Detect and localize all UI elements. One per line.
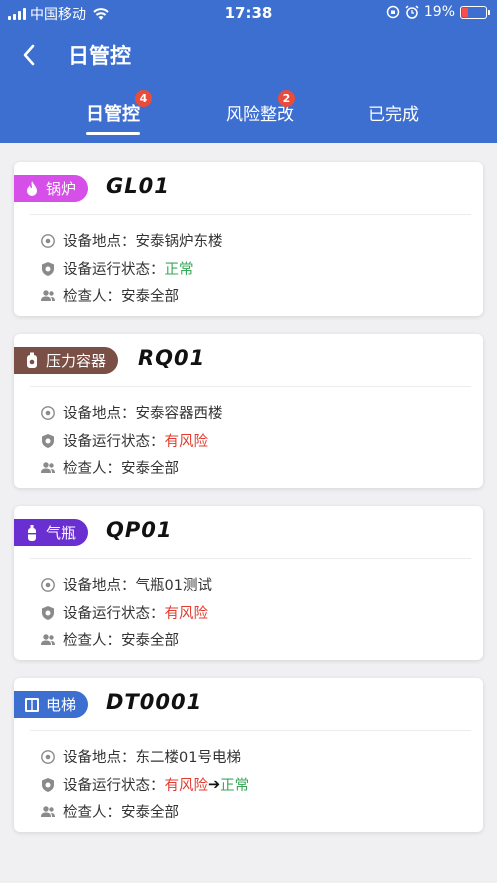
tab-label: 风险整改: [226, 105, 294, 125]
inspector-row: 检查人： 安泰全部: [40, 801, 179, 822]
location-value: 东二楼01号电梯: [135, 750, 241, 766]
tab-completed[interactable]: 已完成: [368, 100, 419, 125]
people-icon: [41, 805, 55, 817]
location-value: 气瓶01测试: [135, 578, 212, 594]
location-row: 设备地点： 气瓶01测试: [40, 574, 212, 595]
app-header: 中国移动 17:38 19% 日管控 日管控 4 风险整改 2 已完成: [0, 0, 497, 143]
equipment-type-tag: 锅炉: [14, 175, 89, 202]
tab-daily-control[interactable]: 日管控 4: [86, 90, 152, 135]
inspector-value: 安泰全部: [121, 805, 179, 821]
orientation-lock-icon: [386, 5, 400, 19]
location-row: 设备地点： 东二楼01号电梯: [40, 746, 241, 767]
arrow-right-icon: ➔: [208, 776, 221, 793]
location-icon: [41, 405, 55, 420]
location-label: 设备地点：: [63, 406, 136, 422]
status-value: 正常: [164, 262, 194, 278]
chevron-left-icon: [23, 44, 35, 66]
inspector-value: 安泰全部: [121, 633, 179, 649]
location-value: 安泰锅炉东楼: [135, 234, 223, 250]
flame-icon: [27, 180, 37, 196]
location-label: 设备地点：: [63, 234, 136, 250]
status-row: 设备运行状态： 有风险 ➔ 正常: [40, 774, 249, 795]
tab-badge: 4: [135, 90, 152, 107]
inspector-row: 检查人： 安泰全部: [40, 285, 179, 306]
equipment-type-tag: 压力容器: [14, 347, 119, 374]
battery-icon: [460, 5, 490, 19]
tab-risk-rectification[interactable]: 风险整改 2: [226, 90, 295, 125]
inspector-label: 检查人：: [63, 461, 121, 477]
equipment-card[interactable]: 气瓶 QP01 设备地点： 气瓶01测试 设备运行状态： 有风险 检查人： 安泰…: [14, 506, 483, 660]
alarm-icon: [405, 5, 419, 19]
tab-label: 已完成: [368, 105, 419, 125]
gas-cylinder-icon: [28, 524, 36, 541]
equipment-card[interactable]: 压力容器 RQ01 设备地点： 安泰容器西楼 设备运行状态： 有风险 检查人： …: [14, 334, 483, 488]
status-label: 设备运行状态：: [63, 434, 165, 450]
battery-percent: 19%: [423, 4, 455, 20]
equipment-type-tag: 电梯: [14, 691, 89, 718]
location-row: 设备地点： 安泰容器西楼: [40, 402, 223, 423]
equipment-type-label: 锅炉: [46, 180, 77, 198]
elevator-icon: [25, 697, 39, 712]
page-title: 日管控: [68, 44, 131, 68]
equipment-card[interactable]: 电梯 DT0001 设备地点： 东二楼01号电梯 设备运行状态： 有风险 ➔ 正…: [14, 678, 483, 832]
inspector-value: 安泰全部: [121, 289, 179, 305]
status-value: 有风险: [164, 434, 209, 450]
status-value: 有风险: [164, 606, 209, 622]
location-label: 设备地点：: [63, 578, 136, 594]
status-value: 有风险: [164, 778, 209, 794]
status-row: 设备运行状态： 正常: [40, 258, 194, 279]
status-bar: 中国移动 17:38 19%: [0, 0, 497, 26]
people-icon: [41, 633, 55, 645]
tab-bar: 日管控 4 风险整改 2 已完成: [0, 90, 497, 143]
status-row: 设备运行状态： 有风险: [40, 430, 208, 451]
active-tab-indicator: [86, 132, 140, 135]
inspector-label: 检查人：: [63, 805, 121, 821]
equipment-type-label: 压力容器: [46, 352, 107, 370]
equipment-type-label: 气瓶: [46, 524, 77, 542]
location-icon: [41, 577, 55, 592]
tab-badge: 2: [278, 90, 295, 107]
location-icon: [41, 233, 55, 248]
equipment-card[interactable]: 锅炉 GL01 设备地点： 安泰锅炉东楼 设备运行状态： 正常 检查人： 安泰全…: [14, 162, 483, 316]
equipment-type-tag: 气瓶: [14, 519, 89, 546]
divider: [30, 558, 471, 559]
location-label: 设备地点：: [63, 750, 136, 766]
inspector-row: 检查人： 安泰全部: [40, 629, 179, 650]
equipment-code: DT0001: [106, 690, 203, 714]
shield-icon: [42, 261, 54, 276]
shield-icon: [42, 605, 54, 620]
shield-icon: [42, 433, 54, 448]
location-icon: [41, 749, 55, 764]
pressure-vessel-icon: [27, 352, 37, 368]
divider: [30, 386, 471, 387]
status-row: 设备运行状态： 有风险: [40, 602, 208, 623]
back-button[interactable]: [14, 38, 44, 72]
status-label: 设备运行状态：: [63, 606, 165, 622]
inspector-row: 检查人： 安泰全部: [40, 457, 179, 478]
divider: [30, 214, 471, 215]
tab-label: 日管控: [86, 104, 140, 125]
inspector-value: 安泰全部: [121, 461, 179, 477]
shield-icon: [42, 777, 54, 792]
location-value: 安泰容器西楼: [135, 406, 223, 422]
status-label: 设备运行状态：: [63, 778, 165, 794]
equipment-code: QP01: [106, 518, 173, 542]
equipment-code: GL01: [106, 174, 170, 198]
status-value-new: 正常: [220, 778, 250, 794]
status-label: 设备运行状态：: [63, 262, 165, 278]
divider: [30, 730, 471, 731]
people-icon: [41, 461, 55, 473]
location-row: 设备地点： 安泰锅炉东楼: [40, 230, 223, 251]
people-icon: [41, 289, 55, 301]
inspector-label: 检查人：: [63, 289, 121, 305]
equipment-code: RQ01: [138, 346, 206, 370]
equipment-type-label: 电梯: [46, 696, 77, 714]
inspector-label: 检查人：: [63, 633, 121, 649]
